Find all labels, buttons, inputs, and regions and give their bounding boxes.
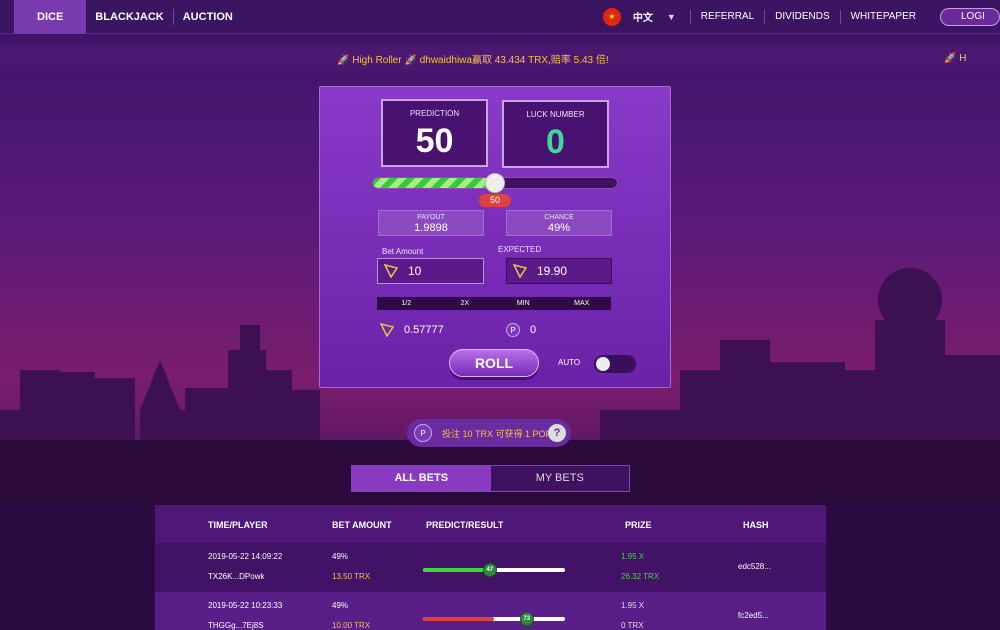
header-hash: HASH bbox=[743, 520, 769, 530]
promo-text: 投注 10 TRX 可获得 1 POP bbox=[442, 428, 552, 439]
payout-value: 1.9898 bbox=[414, 222, 448, 234]
tab-dice[interactable]: DICE bbox=[14, 0, 87, 34]
bet-amount-input[interactable]: 10 bbox=[377, 258, 484, 284]
prediction-label: PREDICTION bbox=[409, 109, 460, 118]
bet-amount: 13.50 TRX bbox=[332, 572, 371, 581]
chance-box: CHANCE 49% bbox=[506, 210, 612, 236]
ticker-trailing: 🚀 H bbox=[944, 52, 967, 64]
trx-balance-value: 0.57777 bbox=[404, 324, 444, 336]
prize-multiplier: 1.95 X bbox=[621, 552, 645, 561]
slider-handle[interactable] bbox=[485, 173, 505, 193]
header-prize: PRIZE bbox=[625, 520, 652, 530]
result-bar-fill bbox=[423, 617, 494, 621]
payout-box: PAYOUT 1.9898 bbox=[378, 210, 484, 236]
nav-right: ★ 中文 ▼ REFERRAL DIVIDENDS WHITEPAPER LOG… bbox=[602, 0, 1000, 34]
link-dividends[interactable]: DIVIDENDS bbox=[764, 9, 839, 24]
pop-balance-value: 0 bbox=[530, 324, 537, 336]
toggle-knob bbox=[596, 357, 610, 371]
bets-table: TIME/PLAYER BET AMOUNT PREDICT/RESULT PR… bbox=[155, 505, 826, 630]
login-button[interactable]: LOGI bbox=[940, 7, 1000, 26]
help-icon[interactable]: ? bbox=[548, 424, 566, 442]
half-button[interactable]: 1/2 bbox=[377, 297, 436, 310]
tab-my-bets[interactable]: MY BETS bbox=[490, 466, 629, 491]
pop-balance: P 0 bbox=[506, 323, 536, 337]
dice-game-panel: PREDICTION 50 LUCK NUMBER 0 50 PAYOUT 1.… bbox=[319, 86, 671, 388]
trx-icon bbox=[384, 264, 398, 278]
chance-label: CHANCE bbox=[544, 214, 574, 221]
double-button[interactable]: 2X bbox=[436, 297, 495, 310]
luck-number-box: LUCK NUMBER 0 bbox=[502, 100, 609, 168]
tab-all-bets[interactable]: ALL BETS bbox=[352, 466, 491, 491]
trx-balance: 0.57777 bbox=[380, 323, 444, 337]
china-flag-icon[interactable]: ★ bbox=[602, 7, 621, 26]
result-marker: 73 bbox=[519, 612, 534, 626]
table-row[interactable]: 2019-05-22 14:09:22 TX26K...DPowk 49% 13… bbox=[155, 543, 826, 592]
auto-label: AUTO bbox=[558, 358, 581, 367]
bet-chance: 49% bbox=[332, 552, 349, 561]
bet-hash[interactable]: fc2ed5... bbox=[738, 611, 769, 620]
prize-amount: 0 TRX bbox=[621, 621, 644, 630]
prediction-value: 50 bbox=[415, 122, 454, 160]
bet-time: 2019-05-22 10:23:33 bbox=[208, 601, 283, 610]
tab-blackjack[interactable]: BLACKJACK bbox=[86, 0, 172, 34]
tab-auction[interactable]: AUCTION bbox=[174, 0, 242, 34]
expected-label: EXPECTED bbox=[498, 245, 542, 254]
bet-amount-label: Bet Amount bbox=[382, 247, 424, 256]
prediction-box: PREDICTION 50 bbox=[381, 99, 488, 167]
prize-multiplier: 1.95 X bbox=[621, 601, 645, 610]
game-tabs: DICE BLACKJACK AUCTION bbox=[0, 0, 242, 34]
language-label[interactable]: 中文 bbox=[633, 9, 653, 24]
auto-toggle[interactable] bbox=[594, 355, 636, 373]
header-bet-amount: BET AMOUNT bbox=[332, 520, 392, 530]
bet-chance: 49% bbox=[332, 601, 349, 610]
link-whitepaper[interactable]: WHITEPAPER bbox=[839, 9, 926, 24]
pop-token-icon: P bbox=[414, 424, 432, 442]
player-address[interactable]: THGGg...7Ej8S bbox=[208, 621, 264, 630]
pop-token-icon: P bbox=[506, 323, 520, 337]
trx-icon bbox=[380, 323, 394, 337]
high-roller-ticker: 🚀 High Roller 🚀 dhwaidhiwa赢取 43.434 TRX,… bbox=[0, 46, 1000, 70]
luck-number-label: LUCK NUMBER bbox=[526, 110, 585, 119]
header-time-player: TIME/PLAYER bbox=[208, 520, 268, 530]
max-button[interactable]: MAX bbox=[553, 297, 612, 310]
slider-fill bbox=[373, 178, 495, 188]
bet-amount-value: 10 bbox=[408, 264, 422, 278]
roll-button[interactable]: ROLL bbox=[449, 349, 539, 377]
pop-reward-banner: P 投注 10 TRX 可获得 1 POP ? bbox=[407, 419, 571, 447]
header-predict-result: PREDICT/RESULT bbox=[426, 520, 504, 530]
bet-time: 2019-05-22 14:09:22 bbox=[208, 552, 283, 561]
chance-value: 49% bbox=[547, 222, 571, 234]
top-navigation: DICE BLACKJACK AUCTION ★ 中文 ▼ REFERRAL D… bbox=[0, 0, 1000, 34]
chevron-down-icon[interactable]: ▼ bbox=[667, 12, 676, 22]
player-address[interactable]: TX26K...DPowk bbox=[208, 572, 264, 581]
result-bar: 73 bbox=[423, 612, 565, 626]
bet-quick-buttons: 1/2 2X MIN MAX bbox=[377, 297, 611, 310]
bet-amount: 10.00 TRX bbox=[332, 621, 371, 630]
result-bar: 47 bbox=[423, 563, 565, 577]
bets-tab-bar: ALL BETS MY BETS bbox=[351, 465, 630, 492]
slider-value-bubble: 50 bbox=[479, 194, 511, 207]
payout-label: PAYOUT bbox=[417, 214, 445, 221]
expected-value: 19.90 bbox=[537, 264, 568, 278]
ticker-message: 🚀 High Roller 🚀 dhwaidhiwa赢取 43.434 TRX,… bbox=[337, 54, 609, 66]
luck-number-value: 0 bbox=[546, 123, 565, 161]
link-referral[interactable]: REFERRAL bbox=[689, 9, 764, 24]
bet-hash[interactable]: edc528... bbox=[738, 562, 771, 571]
trx-icon bbox=[513, 264, 527, 278]
prediction-slider[interactable] bbox=[372, 173, 618, 193]
prize-amount: 26.32 TRX bbox=[621, 572, 660, 581]
expected-output: 19.90 bbox=[506, 258, 612, 284]
min-button[interactable]: MIN bbox=[494, 297, 553, 310]
table-row[interactable]: 2019-05-22 10:23:33 THGGg...7Ej8S 49% 10… bbox=[155, 592, 826, 630]
result-marker: 47 bbox=[482, 563, 497, 577]
